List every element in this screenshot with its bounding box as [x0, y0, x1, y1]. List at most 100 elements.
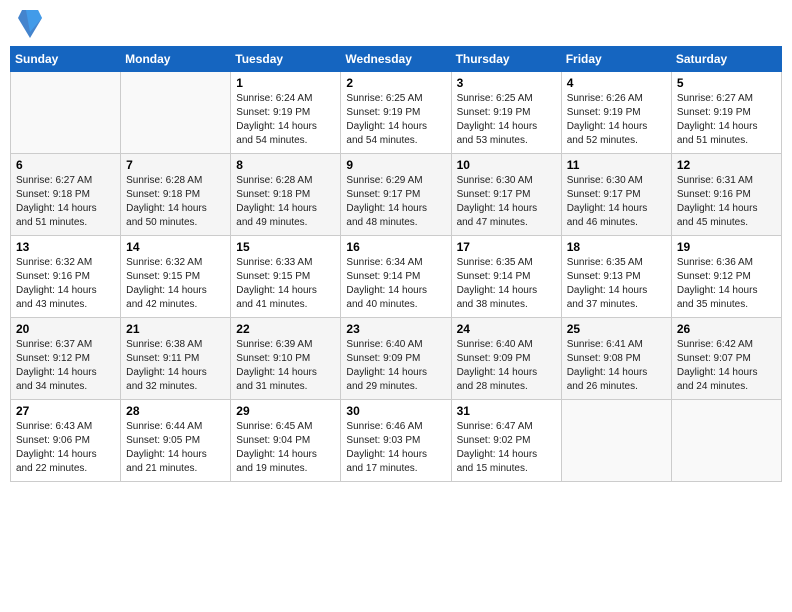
day-number: 3	[457, 76, 556, 90]
day-info: Sunrise: 6:35 AM Sunset: 9:14 PM Dayligh…	[457, 256, 556, 312]
calendar-cell	[671, 400, 781, 482]
logo-icon	[18, 10, 42, 38]
day-info: Sunrise: 6:27 AM Sunset: 9:19 PM Dayligh…	[677, 92, 776, 148]
day-number: 24	[457, 322, 556, 336]
day-info: Sunrise: 6:44 AM Sunset: 9:05 PM Dayligh…	[126, 420, 225, 476]
calendar-cell: 28 Sunrise: 6:44 AM Sunset: 9:05 PM Dayli…	[121, 400, 231, 482]
day-info: Sunrise: 6:42 AM Sunset: 9:07 PM Dayligh…	[677, 338, 776, 394]
day-info: Sunrise: 6:31 AM Sunset: 9:16 PM Dayligh…	[677, 174, 776, 230]
calendar-cell	[11, 72, 121, 154]
day-info: Sunrise: 6:38 AM Sunset: 9:11 PM Dayligh…	[126, 338, 225, 394]
calendar-cell	[121, 72, 231, 154]
weekday-header-monday: Monday	[121, 47, 231, 72]
day-number: 15	[236, 240, 335, 254]
day-number: 5	[677, 76, 776, 90]
weekday-header-sunday: Sunday	[11, 47, 121, 72]
calendar-cell: 20Sunrise: 6:37 AM Sunset: 9:12 PM Dayli…	[11, 318, 121, 400]
day-number: 22	[236, 322, 335, 336]
day-number: 18	[567, 240, 666, 254]
calendar-cell: 17 Sunrise: 6:35 AM Sunset: 9:14 PM Dayli…	[451, 236, 561, 318]
day-info: Sunrise: 6:47 AM Sunset: 9:02 PM Dayligh…	[457, 420, 556, 476]
calendar-cell: 2 Sunrise: 6:25 AM Sunset: 9:19 PM Daylig…	[341, 72, 451, 154]
day-info: Sunrise: 6:36 AM Sunset: 9:12 PM Dayligh…	[677, 256, 776, 312]
day-number: 20	[16, 322, 115, 336]
day-info: Sunrise: 6:28 AM Sunset: 9:18 PM Dayligh…	[126, 174, 225, 230]
day-number: 2	[346, 76, 445, 90]
page-header	[10, 10, 782, 38]
day-number: 10	[457, 158, 556, 172]
calendar-week-row: 6 Sunrise: 6:27 AM Sunset: 9:18 PM Daylig…	[11, 154, 782, 236]
weekday-header-wednesday: Wednesday	[341, 47, 451, 72]
calendar-cell: 16Sunrise: 6:34 AM Sunset: 9:14 PM Dayli…	[341, 236, 451, 318]
calendar-cell: 26 Sunrise: 6:42 AM Sunset: 9:07 PM Dayli…	[671, 318, 781, 400]
calendar-cell: 23Sunrise: 6:40 AM Sunset: 9:09 PM Dayli…	[341, 318, 451, 400]
day-info: Sunrise: 6:26 AM Sunset: 9:19 PM Dayligh…	[567, 92, 666, 148]
calendar-cell: 12Sunrise: 6:31 AM Sunset: 9:16 PM Dayli…	[671, 154, 781, 236]
day-info: Sunrise: 6:43 AM Sunset: 9:06 PM Dayligh…	[16, 420, 115, 476]
day-number: 28	[126, 404, 225, 418]
calendar-week-row: 1Sunrise: 6:24 AM Sunset: 9:19 PM Daylig…	[11, 72, 782, 154]
logo	[14, 10, 42, 38]
weekday-header-tuesday: Tuesday	[231, 47, 341, 72]
calendar-cell: 15 Sunrise: 6:33 AM Sunset: 9:15 PM Dayli…	[231, 236, 341, 318]
calendar-cell: 18 Sunrise: 6:35 AM Sunset: 9:13 PM Dayli…	[561, 236, 671, 318]
day-info: Sunrise: 6:41 AM Sunset: 9:08 PM Dayligh…	[567, 338, 666, 394]
calendar-cell: 5 Sunrise: 6:27 AM Sunset: 9:19 PM Daylig…	[671, 72, 781, 154]
day-info: Sunrise: 6:27 AM Sunset: 9:18 PM Dayligh…	[16, 174, 115, 230]
calendar-cell	[561, 400, 671, 482]
day-number: 8	[236, 158, 335, 172]
calendar-cell: 29Sunrise: 6:45 AM Sunset: 9:04 PM Dayli…	[231, 400, 341, 482]
weekday-header-friday: Friday	[561, 47, 671, 72]
calendar-cell: 8 Sunrise: 6:28 AM Sunset: 9:18 PM Daylig…	[231, 154, 341, 236]
calendar-week-row: 13Sunrise: 6:32 AM Sunset: 9:16 PM Dayli…	[11, 236, 782, 318]
weekday-header-saturday: Saturday	[671, 47, 781, 72]
day-number: 27	[16, 404, 115, 418]
day-number: 9	[346, 158, 445, 172]
day-number: 30	[346, 404, 445, 418]
calendar-cell: 3 Sunrise: 6:25 AM Sunset: 9:19 PM Daylig…	[451, 72, 561, 154]
day-info: Sunrise: 6:32 AM Sunset: 9:15 PM Dayligh…	[126, 256, 225, 312]
calendar-table: SundayMondayTuesdayWednesdayThursdayFrid…	[10, 46, 782, 482]
day-info: Sunrise: 6:28 AM Sunset: 9:18 PM Dayligh…	[236, 174, 335, 230]
day-info: Sunrise: 6:32 AM Sunset: 9:16 PM Dayligh…	[16, 256, 115, 312]
day-number: 17	[457, 240, 556, 254]
day-info: Sunrise: 6:39 AM Sunset: 9:10 PM Dayligh…	[236, 338, 335, 394]
calendar-cell: 25Sunrise: 6:41 AM Sunset: 9:08 PM Dayli…	[561, 318, 671, 400]
calendar-cell: 13Sunrise: 6:32 AM Sunset: 9:16 PM Dayli…	[11, 236, 121, 318]
calendar-cell: 31Sunrise: 6:47 AM Sunset: 9:02 PM Dayli…	[451, 400, 561, 482]
calendar-cell: 6 Sunrise: 6:27 AM Sunset: 9:18 PM Daylig…	[11, 154, 121, 236]
calendar-week-row: 20Sunrise: 6:37 AM Sunset: 9:12 PM Dayli…	[11, 318, 782, 400]
day-number: 21	[126, 322, 225, 336]
day-info: Sunrise: 6:40 AM Sunset: 9:09 PM Dayligh…	[457, 338, 556, 394]
day-number: 6	[16, 158, 115, 172]
calendar-cell: 30 Sunrise: 6:46 AM Sunset: 9:03 PM Dayli…	[341, 400, 451, 482]
calendar-cell: 21 Sunrise: 6:38 AM Sunset: 9:11 PM Dayli…	[121, 318, 231, 400]
day-number: 11	[567, 158, 666, 172]
day-info: Sunrise: 6:25 AM Sunset: 9:19 PM Dayligh…	[346, 92, 445, 148]
day-info: Sunrise: 6:40 AM Sunset: 9:09 PM Dayligh…	[346, 338, 445, 394]
day-number: 14	[126, 240, 225, 254]
day-info: Sunrise: 6:45 AM Sunset: 9:04 PM Dayligh…	[236, 420, 335, 476]
day-info: Sunrise: 6:46 AM Sunset: 9:03 PM Dayligh…	[346, 420, 445, 476]
calendar-cell: 24 Sunrise: 6:40 AM Sunset: 9:09 PM Dayli…	[451, 318, 561, 400]
calendar-cell: 14 Sunrise: 6:32 AM Sunset: 9:15 PM Dayli…	[121, 236, 231, 318]
weekday-header-thursday: Thursday	[451, 47, 561, 72]
day-number: 26	[677, 322, 776, 336]
day-info: Sunrise: 6:30 AM Sunset: 9:17 PM Dayligh…	[567, 174, 666, 230]
day-info: Sunrise: 6:30 AM Sunset: 9:17 PM Dayligh…	[457, 174, 556, 230]
calendar-cell: 19Sunrise: 6:36 AM Sunset: 9:12 PM Dayli…	[671, 236, 781, 318]
calendar-cell: 1Sunrise: 6:24 AM Sunset: 9:19 PM Daylig…	[231, 72, 341, 154]
day-info: Sunrise: 6:25 AM Sunset: 9:19 PM Dayligh…	[457, 92, 556, 148]
calendar-cell: 10 Sunrise: 6:30 AM Sunset: 9:17 PM Dayli…	[451, 154, 561, 236]
day-info: Sunrise: 6:29 AM Sunset: 9:17 PM Dayligh…	[346, 174, 445, 230]
calendar-cell: 7 Sunrise: 6:28 AM Sunset: 9:18 PM Daylig…	[121, 154, 231, 236]
calendar-cell: 4Sunrise: 6:26 AM Sunset: 9:19 PM Daylig…	[561, 72, 671, 154]
calendar-cell: 11 Sunrise: 6:30 AM Sunset: 9:17 PM Dayli…	[561, 154, 671, 236]
day-info: Sunrise: 6:35 AM Sunset: 9:13 PM Dayligh…	[567, 256, 666, 312]
day-info: Sunrise: 6:33 AM Sunset: 9:15 PM Dayligh…	[236, 256, 335, 312]
day-number: 7	[126, 158, 225, 172]
calendar-cell: 22 Sunrise: 6:39 AM Sunset: 9:10 PM Dayli…	[231, 318, 341, 400]
calendar-header-row: SundayMondayTuesdayWednesdayThursdayFrid…	[11, 47, 782, 72]
day-number: 16	[346, 240, 445, 254]
calendar-cell: 9 Sunrise: 6:29 AM Sunset: 9:17 PM Daylig…	[341, 154, 451, 236]
